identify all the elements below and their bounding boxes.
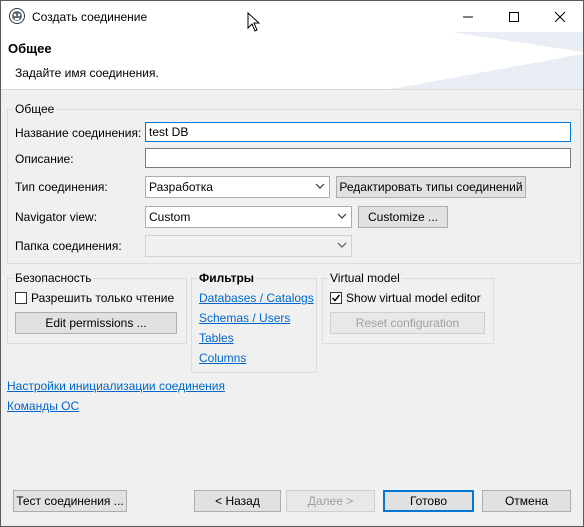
page-title: Общее [8, 41, 52, 56]
cancel-button[interactable]: Отмена [482, 490, 571, 512]
virtual-model-legend: Virtual model [328, 271, 402, 285]
security-legend: Безопасность [13, 271, 94, 285]
edit-permissions-button[interactable]: Edit permissions ... [15, 312, 177, 334]
filters-legend: Фильтры [197, 271, 257, 285]
navigator-view-value: Custom [149, 210, 191, 224]
mouse-cursor-icon [247, 11, 261, 32]
checkmark-icon [331, 294, 341, 302]
connection-folder-select[interactable] [145, 235, 352, 257]
customize-button[interactable]: Customize ... [358, 206, 448, 228]
title-bar: Создать соединение [1, 1, 583, 32]
navigator-view-label: Navigator view: [15, 210, 98, 224]
maximize-button[interactable] [491, 1, 537, 32]
filter-link-columns[interactable]: Columns [199, 351, 246, 365]
filter-link-tables[interactable]: Tables [199, 331, 234, 345]
next-button[interactable]: Далее > [286, 490, 375, 512]
connection-type-value: Разработка [149, 180, 213, 194]
edit-connection-types-button[interactable]: Редактировать типы соединений [336, 176, 526, 198]
minimize-icon [463, 16, 473, 17]
security-group: Безопасность [7, 271, 187, 344]
close-icon [555, 11, 565, 22]
description-label: Описание: [15, 152, 74, 166]
close-button[interactable] [537, 1, 583, 32]
connection-name-label: Название соединения: [15, 126, 142, 140]
navigator-view-select[interactable]: Custom [145, 206, 352, 228]
reset-configuration-button[interactable]: Reset configuration [330, 312, 485, 334]
dialog-window: Создать соединение Общее Задайте имя сое… [0, 0, 584, 527]
general-legend: Общее [13, 102, 57, 116]
connection-name-input[interactable]: test DB [145, 122, 571, 142]
show-virtual-model-label: Show virtual model editor [346, 291, 481, 305]
minimize-button[interactable] [445, 1, 491, 32]
finish-button[interactable]: Готово [383, 490, 474, 512]
virtual-model-group: Virtual model [322, 271, 494, 344]
maximize-icon [509, 11, 519, 22]
window-title: Создать соединение [32, 10, 148, 24]
connection-folder-label: Папка соединения: [15, 239, 122, 253]
os-commands-link[interactable]: Команды ОС [7, 399, 79, 413]
page-subtitle: Задайте имя соединения. [15, 66, 159, 80]
readonly-checkbox[interactable] [15, 292, 27, 304]
dbeaver-icon [9, 8, 25, 24]
readonly-label: Разрешить только чтение [31, 291, 175, 305]
test-connection-button[interactable]: Тест соединения ... [13, 490, 127, 512]
page-header: Общее Задайте имя соединения. [1, 32, 583, 90]
connection-type-label: Тип соединения: [15, 180, 108, 194]
show-virtual-model-checkbox[interactable] [330, 292, 342, 304]
chevron-down-icon [337, 242, 347, 248]
connection-type-select[interactable]: Разработка [145, 176, 330, 198]
chevron-down-icon [337, 213, 347, 219]
chevron-down-icon [315, 183, 325, 189]
filter-link-schemas[interactable]: Schemas / Users [199, 311, 290, 325]
filter-link-catalogs[interactable]: Databases / Catalogs [199, 291, 314, 305]
banner-decoration [391, 32, 583, 89]
back-button[interactable]: < Назад [194, 490, 281, 512]
description-input[interactable] [145, 148, 571, 168]
init-settings-link[interactable]: Настройки инициализации соединения [7, 379, 225, 393]
